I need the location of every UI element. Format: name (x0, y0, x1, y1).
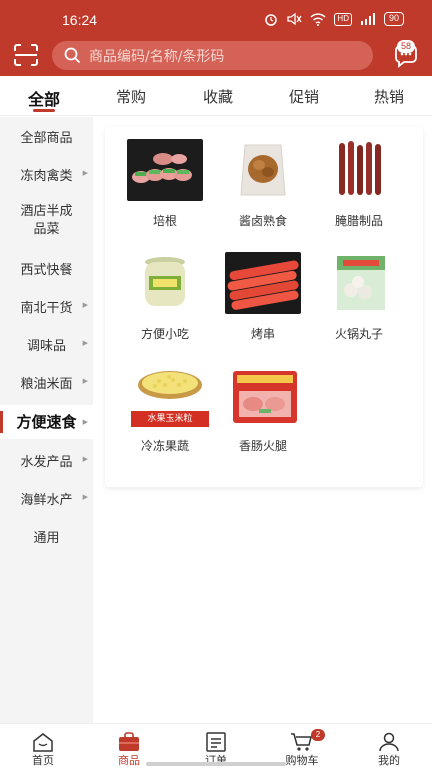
corn-overlay-label: 水果玉米粒 (147, 414, 193, 424)
search-placeholder: 商品编码/名称/条形码 (89, 48, 225, 65)
sidebar-item-label: 酒店半成品菜 (20, 204, 73, 237)
scan-icon (14, 44, 38, 66)
sidebar-item-frozen-meat[interactable]: 冻肉禽类 ▶ (0, 165, 93, 191)
tab-favorites[interactable]: 收藏 (188, 86, 248, 107)
gesture-home-bar[interactable] (146, 762, 286, 766)
subcategory-label[interactable]: 腌腊制品 (309, 212, 409, 229)
bag-icon (119, 732, 139, 751)
alarm-icon (265, 14, 278, 26)
search-input[interactable]: 商品编码/名称/条形码 (52, 41, 373, 70)
subcategory-label[interactable]: 烤串 (213, 325, 313, 342)
signal-icon (360, 13, 375, 25)
search-icon (64, 47, 81, 64)
cured-sausage-image[interactable] (321, 139, 397, 201)
nav-label: 我的 (378, 754, 400, 767)
hd-badge: HD (334, 12, 352, 26)
sidebar-item-label: 南北干货 (20, 301, 73, 316)
sidebar-item-label: 水发产品 (20, 455, 73, 470)
sidebar-item-label: 通用 (33, 531, 60, 546)
subcategory-label[interactable]: 香肠火腿 (213, 437, 313, 454)
category-content: 培根 酱卤熟食 腌腊制品 方便小吃 烤串 火锅丸子 水果玉米粒 冷冻果蔬 香肠火… (93, 117, 432, 723)
sidebar-item-seafood[interactable]: 海鲜水产 ▶ (0, 489, 93, 515)
triangle-right-icon: ▶ (82, 339, 88, 347)
nav-label: 首页 (32, 754, 54, 767)
triangle-right-icon: ▶ (82, 301, 88, 309)
sidebar-item-label: 冻肉禽类 (20, 169, 73, 184)
braised-food-image[interactable] (225, 139, 301, 201)
sidebar-item-label: 海鲜水产 (20, 493, 73, 508)
snack-jar-image[interactable] (127, 252, 203, 314)
tab-frequent[interactable]: 常购 (101, 86, 161, 107)
tab-promotions[interactable]: 促销 (274, 86, 334, 107)
corn-kernels-image[interactable]: 水果玉米粒 (127, 365, 213, 431)
home-icon (33, 733, 53, 752)
sidebar-item-hotel-semi[interactable]: 酒店半成品菜 (0, 203, 93, 243)
subcategory-label[interactable]: 冷冻果蔬 (115, 437, 215, 454)
battery-indicator: 90 (383, 12, 404, 26)
nav-home[interactable]: 首页 (8, 724, 78, 768)
triangle-right-icon: ▶ (82, 377, 88, 385)
sidebar-item-grain-oil[interactable]: 粮油米面 ▶ (0, 373, 93, 399)
sidebar-item-label: 西式快餐 (20, 263, 73, 278)
sidebar-item-dry-goods[interactable]: 南北干货 ▶ (0, 297, 93, 323)
category-sidebar: 全部商品 冻肉禽类 ▶ 酒店半成品菜 西式快餐 南北干货 ▶ 调味品 ▶ 粮油米… (0, 117, 93, 723)
filter-tabs: 全部 常购 收藏 促销 热销 (0, 76, 432, 116)
canned-ham-image[interactable] (229, 367, 301, 427)
sidebar-item-label: 方便速食 (16, 413, 77, 431)
bacon-rolls-image[interactable] (127, 139, 203, 201)
sidebar-item-seasoning[interactable]: 调味品 ▶ (0, 335, 93, 361)
subcategory-label[interactable]: 培根 (115, 212, 215, 229)
app-header: 16:24 HD 90 商品编码/名称/条形码 58 (0, 0, 432, 76)
sidebar-item-label: 调味品 (26, 339, 66, 354)
status-bar: 16:24 HD 90 (0, 0, 432, 42)
scan-button[interactable] (12, 42, 40, 68)
triangle-right-icon: ▶ (82, 455, 88, 463)
mute-icon (287, 12, 302, 26)
tab-all[interactable]: 全部 (14, 86, 74, 110)
user-icon (379, 732, 399, 752)
sidebar-item-soaked[interactable]: 水发产品 ▶ (0, 451, 93, 477)
active-category-marker (0, 411, 3, 433)
subcategory-label[interactable]: 酱卤熟食 (213, 212, 313, 229)
nav-profile[interactable]: 我的 (354, 724, 424, 768)
hotpot-balls-image[interactable] (321, 252, 397, 314)
sidebar-item-all[interactable]: 全部商品 (0, 127, 93, 153)
sidebar-item-western-fast[interactable]: 西式快餐 (0, 259, 93, 285)
tab-hot[interactable]: 热销 (359, 86, 419, 107)
message-count-badge: 58 (397, 40, 416, 53)
wifi-icon (310, 12, 326, 26)
sidebar-item-label: 全部商品 (20, 131, 73, 146)
cart-count-badge: 2 (311, 729, 325, 741)
status-icons: HD 90 (264, 12, 404, 26)
active-tab-underline (33, 109, 55, 112)
subcategory-grid: 培根 酱卤熟食 腌腊制品 方便小吃 烤串 火锅丸子 水果玉米粒 冷冻果蔬 香肠火… (105, 127, 423, 487)
sidebar-item-instant-food[interactable]: 方便速食 ▶ (0, 405, 93, 439)
triangle-right-icon: ▶ (82, 169, 88, 177)
triangle-right-icon: ▶ (82, 493, 88, 501)
sidebar-item-label: 粮油米面 (20, 377, 73, 392)
grilled-sausage-image[interactable] (225, 252, 301, 314)
triangle-right-icon: ▶ (82, 418, 88, 426)
sidebar-item-general[interactable]: 通用 (0, 527, 93, 553)
subcategory-label[interactable]: 火锅丸子 (309, 325, 409, 342)
status-time: 16:24 (62, 12, 98, 28)
subcategory-label[interactable]: 方便小吃 (115, 325, 215, 342)
order-icon (206, 732, 226, 752)
